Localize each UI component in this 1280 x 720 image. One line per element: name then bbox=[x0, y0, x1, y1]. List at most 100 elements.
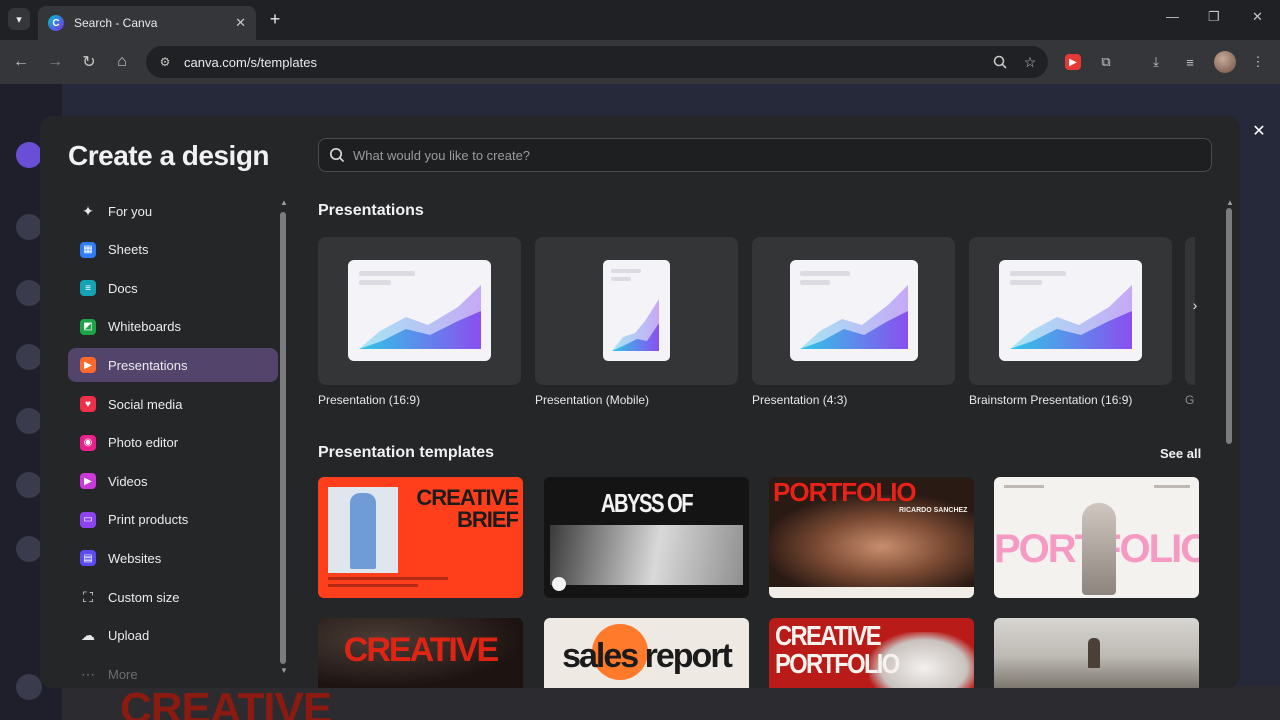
sparkles-icon: ✦ bbox=[82, 202, 94, 219]
whiteboards-icon: ◩ bbox=[80, 318, 96, 335]
template-photo bbox=[550, 525, 743, 585]
sidebar-scroll-thumb[interactable] bbox=[280, 212, 286, 664]
videos-icon: ▶ bbox=[80, 473, 96, 490]
preset-brainstorm-presentation[interactable] bbox=[969, 237, 1172, 385]
url-text[interactable]: canva.com/s/templates bbox=[184, 55, 988, 70]
preset-presentation-16-9[interactable] bbox=[318, 237, 521, 385]
template-text: CREATIVE bbox=[343, 631, 499, 669]
extensions-puzzle-icon[interactable]: ⧉ bbox=[1096, 52, 1116, 72]
design-search-box[interactable] bbox=[318, 138, 1212, 172]
browser-toolbar: ← → ↻ ⌂ ⚙ canva.com/s/templates ☆ ▶ ⧉ ⤓ … bbox=[0, 40, 1280, 84]
minimize-icon[interactable]: — bbox=[1166, 9, 1179, 24]
sheets-icon: ▦ bbox=[80, 241, 96, 258]
sidebar-item-upload[interactable]: ☁ Upload bbox=[68, 619, 278, 653]
template-landscape-photo[interactable] bbox=[994, 618, 1199, 688]
canva-favicon-icon: C bbox=[48, 15, 64, 31]
template-portfolio-ricardo[interactable]: PORTFOLIO RICARDO SANCHEZ bbox=[769, 477, 974, 598]
new-tab-button[interactable]: + bbox=[264, 8, 286, 30]
address-bar[interactable]: ⚙ canva.com/s/templates ☆ bbox=[146, 46, 1048, 78]
template-photo bbox=[1088, 638, 1100, 668]
sidebar-item-presentations[interactable]: ▶ Presentations bbox=[68, 348, 278, 383]
sidebar-item-label: Sheets bbox=[108, 242, 149, 258]
preset-label: Presentation (4:3) bbox=[752, 393, 848, 407]
template-sales-report[interactable]: sales report bbox=[544, 618, 749, 688]
sidebar-item-for-you[interactable]: ✦ For you bbox=[68, 194, 278, 228]
sidebar-item-print-products[interactable]: ▭ Print products bbox=[68, 503, 278, 537]
preset-presentation-mobile[interactable] bbox=[535, 237, 738, 385]
browser-tab-canva[interactable]: C Search - Canva ✕ bbox=[38, 6, 256, 40]
main-scroll-up-icon[interactable]: ▲ bbox=[1226, 198, 1234, 207]
template-abyss-of-deceptions[interactable]: ABYSS OF DECEPTIONS bbox=[544, 477, 749, 598]
profile-avatar[interactable] bbox=[1214, 51, 1236, 73]
upload-icon: ☁ bbox=[81, 627, 95, 644]
template-text: PORTFOLIO bbox=[775, 648, 900, 679]
preset-label: Brainstorm Presentation (16:9) bbox=[969, 393, 1133, 407]
media-control-icon[interactable]: ≡ bbox=[1180, 52, 1200, 72]
window-close-icon[interactable]: ✕ bbox=[1252, 9, 1263, 25]
downloads-icon[interactable]: ⤓ bbox=[1146, 52, 1166, 72]
rail-projects-icon bbox=[16, 280, 42, 306]
template-creative-dark[interactable]: CREATIVE bbox=[318, 618, 523, 688]
rail-account-icon bbox=[16, 674, 42, 700]
presentation-4-3-thumbnail-icon bbox=[790, 260, 918, 361]
back-icon[interactable]: ← bbox=[10, 51, 32, 73]
print-products-icon: ▭ bbox=[80, 511, 96, 528]
carousel-next-chevron-icon[interactable]: › bbox=[1184, 294, 1206, 316]
sidebar-item-websites[interactable]: ▤ Websites bbox=[68, 541, 278, 575]
site-info-icon[interactable]: ⚙ bbox=[152, 50, 178, 74]
template-portfolio-pink[interactable]: PORTFOLIO bbox=[994, 477, 1199, 598]
template-text: BRIEF bbox=[457, 507, 519, 532]
template-text: PORTFOLIO bbox=[773, 477, 917, 507]
sidebar-item-sheets[interactable]: ▦ Sheets bbox=[68, 233, 278, 267]
search-icon bbox=[329, 147, 345, 163]
social-media-icon: ♥ bbox=[80, 396, 96, 412]
tab-close-icon[interactable]: ✕ bbox=[235, 15, 246, 31]
zoom-icon[interactable] bbox=[988, 50, 1012, 74]
sidebar-item-label: Upload bbox=[108, 628, 150, 644]
sidebar-item-label: Docs bbox=[108, 280, 138, 296]
presentation-mobile-thumbnail-icon bbox=[603, 260, 670, 361]
scroll-down-icon[interactable]: ▼ bbox=[280, 666, 288, 675]
sidebar-item-whiteboards[interactable]: ◩ Whiteboards bbox=[68, 310, 278, 344]
sidebar-item-label: For you bbox=[108, 203, 153, 219]
presentations-icon: ▶ bbox=[80, 357, 96, 374]
rail-brand-icon bbox=[16, 408, 42, 434]
restore-icon[interactable]: ❐ bbox=[1208, 9, 1220, 25]
sidebar-item-label: More bbox=[108, 666, 138, 682]
scroll-up-icon[interactable]: ▲ bbox=[280, 198, 288, 207]
photo-editor-icon: ◉ bbox=[80, 434, 96, 451]
sidebar-item-social-media[interactable]: ♥ Social media bbox=[68, 387, 278, 421]
sidebar-item-label: Whiteboards bbox=[108, 319, 181, 335]
websites-icon: ▤ bbox=[80, 550, 96, 567]
forward-icon[interactable]: → bbox=[44, 51, 66, 73]
browser-menu-icon[interactable]: ⋮ bbox=[1248, 52, 1268, 72]
template-creative-brief[interactable]: CREATIVE BRIEF bbox=[318, 477, 523, 598]
play-icon bbox=[552, 577, 566, 591]
tab-title: Search - Canva bbox=[74, 16, 158, 30]
sidebar-scrollbar[interactable]: ▲ ▼ bbox=[280, 198, 288, 675]
bookmark-star-icon[interactable]: ☆ bbox=[1018, 50, 1042, 74]
home-icon[interactable]: ⌂ bbox=[111, 51, 133, 73]
sidebar-item-custom-size[interactable]: ⛶ Custom size bbox=[68, 580, 278, 614]
sidebar-item-more[interactable]: ⋯ More bbox=[68, 657, 278, 688]
dialog-close-icon[interactable]: ✕ bbox=[1250, 122, 1268, 140]
sidebar-item-label: Videos bbox=[108, 473, 148, 489]
extension-red-icon[interactable]: ▶ bbox=[1065, 54, 1081, 70]
sidebar-item-label: Print products bbox=[108, 512, 189, 528]
sidebar-item-photo-editor[interactable]: ◉ Photo editor bbox=[68, 426, 278, 460]
sidebar-item-videos[interactable]: ▶ Videos bbox=[68, 464, 278, 498]
brainstorm-thumbnail-icon bbox=[999, 260, 1142, 361]
tab-search-button[interactable]: ▾ bbox=[8, 8, 30, 30]
see-all-link[interactable]: See all bbox=[1160, 446, 1201, 461]
sidebar-item-docs[interactable]: ≡ Docs bbox=[68, 271, 278, 305]
main-scrollbar-thumb[interactable] bbox=[1226, 208, 1232, 444]
browser-tab-bar: ▾ C Search - Canva ✕ + — ❐ ✕ bbox=[0, 0, 1280, 40]
design-search-input[interactable] bbox=[353, 147, 1193, 163]
background-creative-text: CREATIVE bbox=[120, 684, 332, 720]
template-creative-portfolio-red[interactable]: CREATIVE PORTFOLIO bbox=[769, 618, 974, 688]
rail-more-icon bbox=[16, 536, 42, 562]
presentations-heading: Presentations bbox=[318, 202, 424, 219]
template-text: sales report bbox=[562, 637, 733, 675]
reload-icon[interactable]: ↻ bbox=[78, 51, 100, 73]
preset-presentation-4-3[interactable] bbox=[752, 237, 955, 385]
